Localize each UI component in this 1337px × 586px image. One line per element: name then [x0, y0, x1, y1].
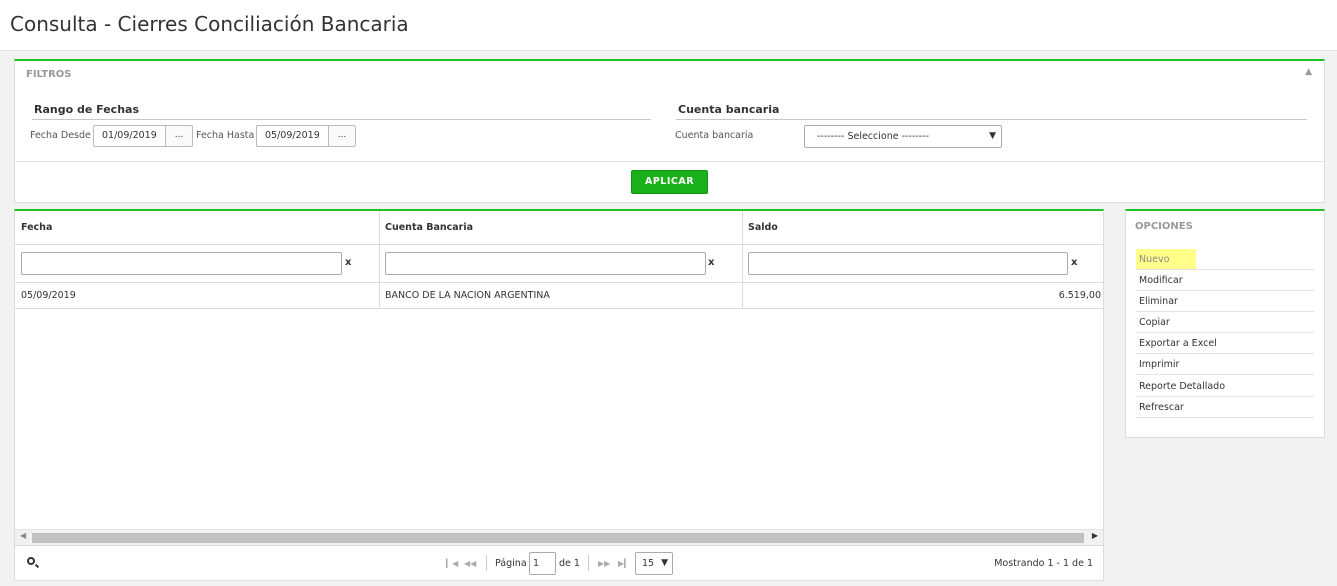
date-from-label: Fecha Desde [30, 130, 91, 141]
filters-divider [15, 161, 1324, 162]
page-label: Página [495, 558, 527, 569]
option-reporte-detallado[interactable]: Reporte Detallado [1136, 376, 1314, 397]
first-page-icon[interactable]: ▎◀ [446, 559, 458, 568]
page-size-value: 15 [642, 558, 655, 569]
page-title: Consulta - Cierres Conciliación Bancaria [10, 12, 409, 36]
cuenta-clear-icon[interactable]: x [708, 257, 714, 268]
row-divider [15, 308, 1103, 309]
fecha-filter-input[interactable] [21, 252, 342, 275]
account-select[interactable]: -------- Seleccione -------- ▼ [804, 125, 1002, 148]
caret-down-icon: ▼ [661, 558, 668, 568]
page-total-label: de 1 [559, 558, 580, 569]
horizontal-scrollbar[interactable]: ◀ ▶ [15, 529, 1103, 545]
date-from-picker-button[interactable]: ... [166, 125, 193, 147]
records-summary: Mostrando 1 - 1 de 1 [994, 558, 1093, 569]
page-header: Consulta - Cierres Conciliación Bancaria [0, 0, 1337, 51]
date-to-input[interactable]: 05/09/2019 [256, 125, 329, 147]
saldo-clear-icon[interactable]: x [1071, 257, 1077, 268]
account-section-title: Cuenta bancaria [678, 103, 780, 116]
caret-down-icon: ▼ [989, 131, 996, 141]
pager-separator [486, 555, 487, 571]
chevron-up-icon[interactable]: ▲ [1305, 67, 1312, 77]
last-page-icon[interactable]: ▶▎ [618, 559, 630, 568]
option-nuevo[interactable]: Nuevo [1136, 249, 1314, 270]
column-divider [742, 211, 743, 308]
option-copiar[interactable]: Copiar [1136, 312, 1314, 333]
option-exportar-excel[interactable]: Exportar a Excel [1136, 333, 1314, 354]
scroll-left-icon[interactable]: ◀ [20, 531, 26, 540]
date-range-divider [32, 119, 651, 120]
apply-button[interactable]: APLICAR [631, 170, 708, 194]
row-divider [15, 282, 1103, 283]
search-icon[interactable] [27, 557, 35, 565]
filters-title: FILTROS [26, 69, 72, 80]
cell-saldo: 6.519,00 [1058, 290, 1101, 301]
date-to-picker-button[interactable]: ... [329, 125, 356, 147]
cell-cuenta: BANCO DE LA NACION ARGENTINA [385, 290, 550, 301]
account-divider [676, 119, 1307, 120]
option-imprimir[interactable]: Imprimir [1136, 354, 1314, 375]
column-header-fecha[interactable]: Fecha [15, 211, 379, 245]
results-grid: Fecha Cuenta Bancaria Saldo x x x 05/09/… [14, 209, 1104, 581]
saldo-filter-input[interactable] [748, 252, 1068, 275]
cuenta-filter-input[interactable] [385, 252, 706, 275]
pager-separator [588, 555, 589, 571]
option-modificar[interactable]: Modificar [1136, 270, 1314, 291]
options-title: OPCIONES [1135, 221, 1193, 232]
date-from-input[interactable]: 01/09/2019 [93, 125, 166, 147]
column-divider [379, 211, 380, 308]
account-select-value: -------- Seleccione -------- [817, 131, 930, 142]
cell-fecha: 05/09/2019 [21, 290, 76, 301]
option-refrescar[interactable]: Refrescar [1136, 397, 1314, 418]
filters-panel: FILTROS ▲ Rango de Fechas Fecha Desde 01… [14, 59, 1325, 203]
pager: ▎◀ ◀◀ Página 1 de 1 ▶▶ ▶▎ 15 ▼ Mostrando… [15, 545, 1103, 582]
date-range-title: Rango de Fechas [34, 103, 139, 116]
account-label: Cuenta bancaria [675, 130, 754, 141]
scroll-right-icon[interactable]: ▶ [1092, 531, 1098, 540]
scrollbar-thumb[interactable] [32, 533, 1084, 543]
page-size-select[interactable]: 15 ▼ [635, 552, 673, 575]
options-panel: OPCIONES Nuevo Modificar Eliminar Copiar… [1125, 209, 1325, 438]
next-page-icon[interactable]: ▶▶ [598, 559, 610, 568]
page-number-input[interactable]: 1 [529, 552, 556, 575]
filters-header[interactable]: FILTROS ▲ [15, 61, 1324, 87]
fecha-clear-icon[interactable]: x [345, 257, 351, 268]
date-to-label: Fecha Hasta [196, 130, 255, 141]
prev-page-icon[interactable]: ◀◀ [464, 559, 476, 568]
option-eliminar[interactable]: Eliminar [1136, 291, 1314, 312]
column-header-cuenta[interactable]: Cuenta Bancaria [379, 211, 742, 245]
column-header-saldo[interactable]: Saldo [742, 211, 1103, 245]
